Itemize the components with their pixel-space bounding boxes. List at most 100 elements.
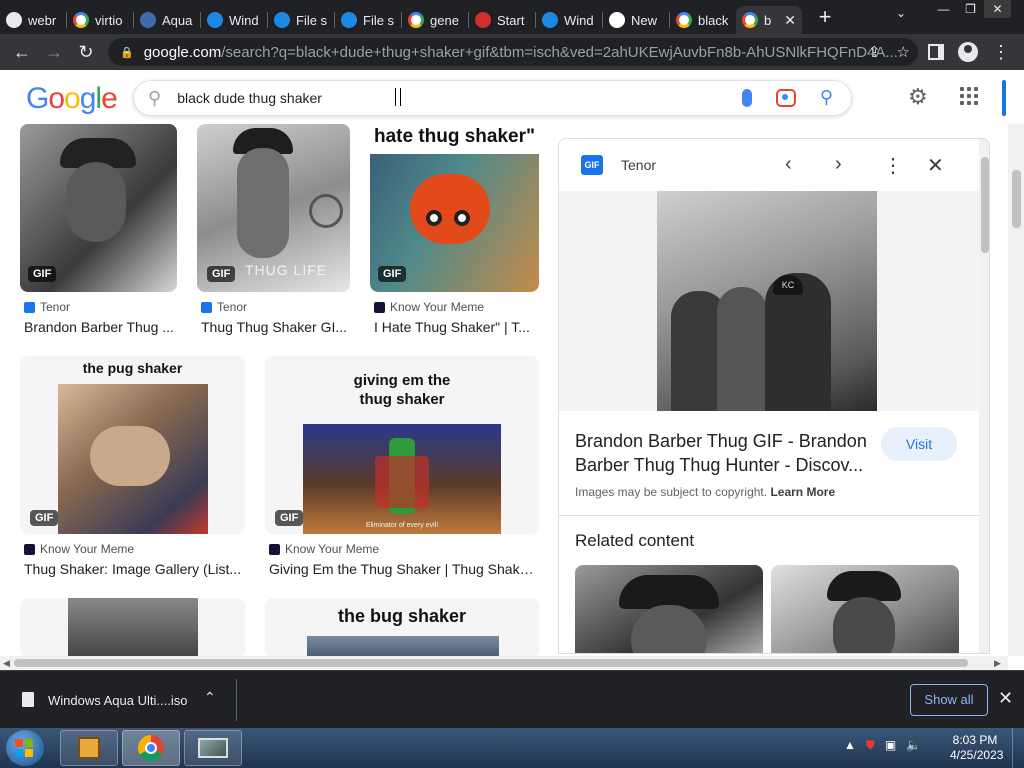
lock-icon[interactable]: 🔒	[120, 46, 134, 59]
browser-tab[interactable]: File s	[268, 6, 334, 34]
result-card[interactable]: GIF Tenor Brandon Barber Thug ...	[20, 124, 177, 338]
google-apps-icon[interactable]	[960, 87, 978, 105]
profile-avatar-icon[interactable]	[958, 42, 978, 62]
network-icon[interactable]: ▣	[885, 738, 896, 753]
visit-button[interactable]: Visit	[881, 427, 957, 461]
browser-tab[interactable]: Start	[469, 6, 535, 34]
start-button[interactable]	[6, 730, 44, 766]
close-panel-icon[interactable]: ✕	[927, 153, 944, 178]
bookmark-star-icon[interactable]: ☆	[897, 43, 910, 61]
taskbar-explorer[interactable]	[60, 730, 118, 766]
security-shield-icon[interactable]: ⛊	[866, 738, 875, 753]
browser-tab[interactable]: gene	[402, 6, 468, 34]
scroll-right-icon[interactable]: ▶	[994, 656, 1001, 670]
chevron-up-icon[interactable]: ⌃	[204, 689, 216, 706]
panel-source-name[interactable]: Tenor	[621, 157, 656, 173]
panel-scrollbar[interactable]	[979, 139, 989, 653]
tab-search-icon[interactable]: ⌄	[896, 6, 906, 20]
new-tab-icon[interactable]: +	[810, 4, 840, 30]
result-title[interactable]: Thug Thug Shaker GI...	[201, 319, 349, 335]
download-filename[interactable]: Windows Aqua Ulti....iso	[48, 693, 187, 708]
result-card[interactable]: THUG LIFE GIF Tenor Thug Thug Shaker GI.…	[197, 124, 350, 338]
google-lens-icon[interactable]	[775, 88, 796, 107]
google-logo[interactable]: Google	[26, 82, 118, 116]
browser-tab[interactable]: Wind	[201, 6, 267, 34]
preview-title[interactable]: Brandon Barber Thug GIF - Brandon Barber…	[575, 429, 875, 477]
microphone-icon[interactable]	[741, 88, 752, 107]
sign-in-edge[interactable]	[1002, 80, 1006, 116]
next-icon[interactable]: ›	[835, 153, 842, 176]
file-icon	[341, 12, 357, 28]
restore-icon[interactable]: ❐	[957, 0, 984, 18]
result-thumbnail[interactable]: GIF	[20, 124, 177, 292]
browser-tab[interactable]: black	[670, 6, 736, 34]
file-icon	[274, 12, 290, 28]
browser-tab[interactable]: Aqua	[134, 6, 200, 34]
result-title[interactable]: Giving Em the Thug Shaker | Thug Shake..…	[269, 561, 539, 577]
result-thumbnail[interactable]: the pug shaker GIF	[20, 356, 245, 534]
logo-letter: g	[79, 82, 97, 115]
result-card[interactable]: the pug shaker GIF Know Your Meme Thug S…	[20, 356, 245, 578]
preview-image[interactable]: KC	[657, 191, 877, 411]
browser-tab[interactable]: b ✕	[736, 6, 802, 34]
search-box[interactable]: ⚲ ⚲	[133, 80, 852, 116]
show-desktop-button[interactable]	[1012, 728, 1024, 768]
result-thumbnail[interactable]: giving em the thug shaker Eliminator of …	[265, 356, 539, 534]
volume-icon[interactable]: 🔈	[906, 738, 921, 753]
result-thumbnail[interactable]: THUG LIFE GIF	[197, 124, 350, 292]
tab-label: Start	[497, 12, 525, 28]
more-options-icon[interactable]: ⋮	[883, 153, 903, 178]
previous-icon[interactable]: ‹	[785, 153, 792, 176]
settings-gear-icon[interactable]: ⚙	[908, 84, 928, 110]
result-source: Know Your Meme	[24, 542, 134, 556]
tray-expand-icon[interactable]: ▲	[844, 738, 856, 753]
chrome-icon	[138, 735, 164, 761]
minimize-icon[interactable]: —	[930, 0, 957, 18]
system-clock[interactable]: 8:03 PM 4/25/2023	[950, 733, 1003, 763]
search-input[interactable]	[177, 90, 698, 106]
result-card[interactable]: giving em the thug shaker Eliminator of …	[265, 356, 539, 578]
edge-icon	[542, 12, 558, 28]
result-thumbnail[interactable]: hate thug shaker" GIF	[370, 124, 539, 292]
search-submit-icon[interactable]: ⚲	[820, 87, 833, 108]
result-thumbnail[interactable]: the bug shaker	[265, 598, 539, 656]
result-title[interactable]: Thug Shaker: Image Gallery (List...	[24, 561, 244, 577]
back-icon[interactable]: ←	[6, 42, 38, 63]
browser-tab[interactable]: File s	[335, 6, 401, 34]
result-card[interactable]: the bug shaker	[265, 598, 539, 656]
learn-more-link[interactable]: Learn More	[770, 485, 835, 499]
result-card[interactable]: hate thug shaker" GIF Know Your Meme I H…	[370, 124, 539, 338]
forward-icon[interactable]: →	[38, 42, 70, 63]
browser-toolbar: ← → ↻ 🔒 google.com/search?q=black+dude+t…	[0, 34, 1024, 70]
tab-label: New	[631, 12, 658, 28]
page-horizontal-scrollbar[interactable]: ◀ ▶	[0, 656, 1008, 670]
close-tab-icon[interactable]: ✕	[784, 12, 796, 29]
result-card[interactable]	[20, 598, 245, 656]
scroll-left-icon[interactable]: ◀	[3, 656, 10, 670]
result-title[interactable]: Brandon Barber Thug ...	[24, 319, 176, 335]
related-thumbnail[interactable]	[771, 565, 959, 653]
tab-label: Wind	[229, 12, 259, 28]
browser-tab[interactable]: Wind	[536, 6, 602, 34]
edge-icon	[207, 12, 223, 28]
chrome-menu-icon[interactable]: ⋮	[992, 43, 1010, 61]
taskbar-app[interactable]	[184, 730, 242, 766]
gif-badge: GIF	[28, 266, 57, 282]
browser-tab[interactable]: webr	[0, 6, 66, 34]
clock-time: 8:03 PM	[952, 733, 998, 747]
browser-tab[interactable]: virtio	[67, 6, 133, 34]
share-icon[interactable]: ⇪	[868, 43, 881, 61]
page-vertical-scrollbar[interactable]	[1008, 124, 1024, 656]
result-thumbnail[interactable]	[20, 598, 245, 656]
reload-icon[interactable]: ↻	[70, 42, 102, 63]
browser-tab[interactable]: New	[603, 6, 669, 34]
show-all-button[interactable]: Show all	[910, 684, 988, 716]
address-bar[interactable]: 🔒 google.com/search?q=black+dude+thug+sh…	[108, 38, 918, 66]
result-title[interactable]: I Hate Thug Shaker" | T...	[374, 319, 538, 335]
side-panel-icon[interactable]	[928, 44, 944, 60]
result-source: Know Your Meme	[269, 542, 379, 556]
taskbar-chrome[interactable]	[122, 730, 180, 766]
close-shelf-icon[interactable]: ✕	[998, 688, 1013, 709]
related-thumbnail[interactable]	[575, 565, 763, 653]
close-window-icon[interactable]: ✕	[984, 0, 1011, 18]
